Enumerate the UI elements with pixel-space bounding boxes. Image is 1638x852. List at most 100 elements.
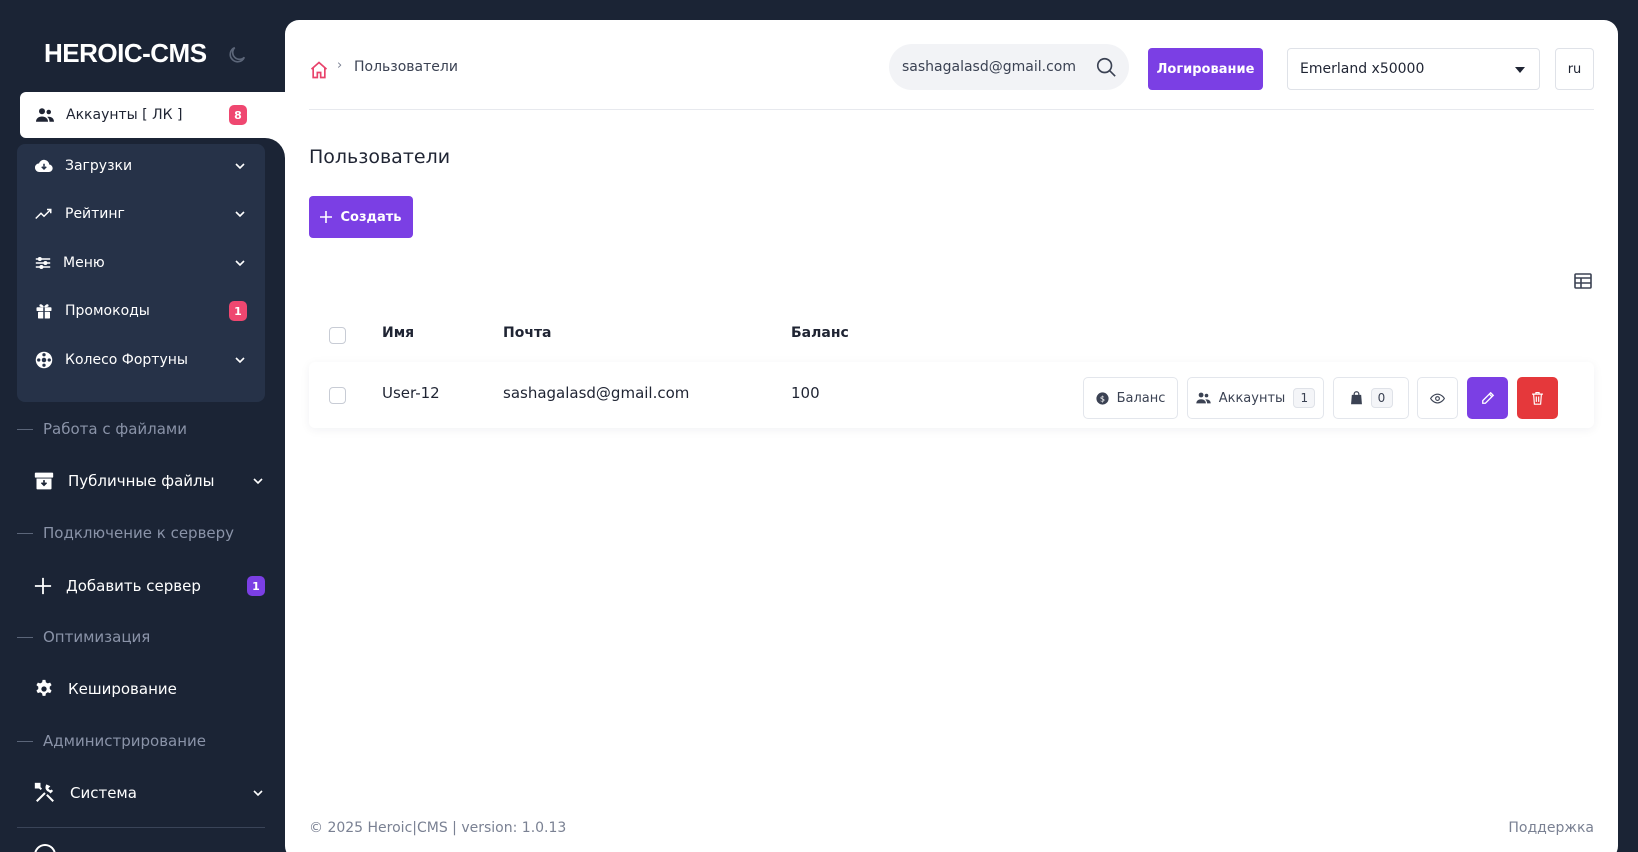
sidebar: HEROIC-CMS Аккаунты [ ЛК ] 8 Загрузки Ре… [0,0,285,852]
accounts-count-badge: 8 [229,105,247,125]
section-dash [17,636,33,638]
sidebar-item-label: Кеширование [68,680,177,698]
breadcrumb-separator: › [337,58,343,73]
cloud-download-icon [35,159,53,173]
home-icon[interactable] [309,60,329,80]
balance-button-label: Баланс [1116,390,1166,406]
users-icon [36,108,54,122]
archive-icon [34,472,54,490]
user-email: sashagalasd@gmail.com [503,384,690,402]
sidebar-item-label: Загрузки [65,158,133,174]
section-title: Оптимизация [43,628,151,646]
chevron-down-icon [235,357,245,364]
sidebar-item-menu[interactable]: Меню [17,241,265,285]
section-optimization: Оптимизация [17,628,150,646]
chevron-down-icon [235,260,245,267]
sidebar-item-add-server[interactable]: Добавить сервер 1 [34,566,265,606]
accounts-button[interactable]: Аккаунты 1 [1187,377,1324,419]
language-button[interactable]: ru [1555,48,1594,90]
sidebar-item-fortune-wheel[interactable]: Колесо Фортуны [17,338,265,382]
section-dash [17,740,33,742]
trash-icon [1532,391,1543,405]
section-administration: Администрирование [17,732,206,750]
search-input[interactable] [902,59,1092,75]
section-server-connection: Подключение к серверу [17,524,234,542]
user-name: User-12 [382,384,440,402]
plus-icon [34,577,52,595]
server-select[interactable]: Emerland x50000 [1287,48,1540,90]
sidebar-item-rating[interactable]: Рейтинг [17,192,265,236]
section-title: Администрирование [43,732,207,750]
server-select-value: Emerland x50000 [1300,61,1425,77]
sidebar-item-label: Аккаунты [ ЛК ] [66,107,183,123]
table-header: Имя Почта Баланс [309,310,1594,360]
chevron-down-icon [235,211,245,218]
section-dash [17,428,33,430]
eye-icon [1430,393,1445,403]
sliders-icon [35,257,51,269]
row-checkbox[interactable] [329,387,346,404]
accounts-count: 1 [1293,388,1316,408]
breadcrumb[interactable]: Пользователи [354,59,458,75]
moon-icon[interactable] [226,44,248,66]
column-header-name[interactable]: Имя [382,325,414,341]
topbar: › Пользователи Логирование Emerland x500… [309,44,1594,110]
shopping-bag-icon [1350,391,1362,405]
chevron-down-icon [235,163,245,170]
chevron-down-icon [253,790,263,797]
edit-button[interactable] [1467,377,1508,419]
sidebar-item-caching[interactable]: Кеширование [34,669,265,709]
coin-icon: $ [1096,391,1109,405]
gift-icon [36,304,52,319]
accounts-button-label: Аккаунты [1218,390,1286,406]
footer-copyright: © 2025 Heroic|CMS | version: 1.0.13 [309,820,567,836]
sidebar-item-public-files[interactable]: Публичные файлы [34,461,265,501]
promocodes-count-badge: 1 [229,301,247,321]
sidebar-item-label: Публичные файлы [68,472,215,490]
sidebar-item-label: Рейтинг [65,206,125,222]
brand-logo[interactable]: HEROIC-CMS [44,38,207,69]
table-row: User-12 sashagalasd@gmail.com 100 $ Бала… [309,362,1594,428]
trending-icon [35,208,52,220]
column-header-email[interactable]: Почта [503,325,552,341]
balance-button[interactable]: $ Баланс [1083,377,1178,419]
caret-down-icon [1515,67,1525,73]
sidebar-item-label: Промокоды [65,303,150,319]
sidebar-menu-group: Загрузки Рейтинг Меню Промокоды 1 Колесо… [17,144,265,402]
pencil-icon [1481,391,1494,404]
sidebar-divider [17,827,265,828]
active-tab-curve [265,138,285,158]
search-icon[interactable] [1095,56,1117,78]
purchases-button[interactable]: 0 [1333,377,1409,419]
search-box [889,44,1129,90]
sidebar-item-accounts[interactable]: Аккаунты [ ЛК ] 8 [20,92,285,138]
gear-icon [36,679,52,696]
sidebar-item-label: Добавить сервер [66,577,201,595]
column-header-balance[interactable]: Баланс [791,325,849,341]
section-title: Работа с файлами [43,420,187,438]
wheel-icon [35,351,53,369]
support-link[interactable]: Поддержка [1508,820,1594,836]
select-all-checkbox[interactable] [329,327,346,344]
create-button[interactable]: Создать [309,196,413,238]
sidebar-item-downloads[interactable]: Загрузки [17,144,265,188]
delete-button[interactable] [1517,377,1558,419]
logging-button[interactable]: Логирование [1148,48,1263,90]
svg-text:$: $ [1100,393,1105,403]
main-panel: › Пользователи Логирование Emerland x500… [285,20,1618,852]
sidebar-item-label: Меню [63,255,105,271]
view-button[interactable] [1417,377,1458,419]
plus-icon [320,211,333,223]
sidebar-item-system[interactable]: Система [34,773,265,813]
section-files: Работа с файлами [17,420,187,438]
chevron-down-icon [253,478,263,485]
partial-icon [34,844,56,852]
section-title: Подключение к серверу [43,524,235,542]
users-icon [1196,392,1211,404]
tools-icon [34,782,54,802]
sidebar-item-promocodes[interactable]: Промокоды 1 [17,289,265,333]
create-button-label: Создать [340,209,402,225]
page-title: Пользователи [309,146,451,168]
table-columns-icon[interactable] [1574,273,1592,289]
sidebar-item-label: Система [70,784,137,802]
